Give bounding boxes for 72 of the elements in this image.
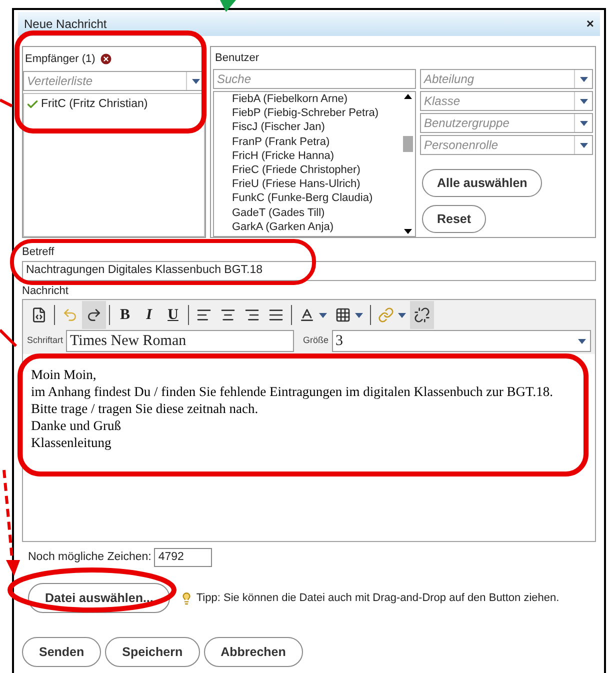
user-item[interactable]: FiebP (Fiebig-Schreber Petra) <box>232 106 401 120</box>
user-item[interactable]: FrieU (Friese Hans-Ulrich) <box>232 177 401 192</box>
message-line: im Anhang findest Du / finden Sie fehlende Eintragungen im digitalen Klassenbuch zur BGT.18. Bitte trage / tragen Sie diese zeitnah nach. <box>31 383 554 417</box>
align-right-icon <box>244 307 260 323</box>
subject-label: Betreff <box>22 245 56 260</box>
scroll-up-icon[interactable] <box>404 94 412 99</box>
remove-icon[interactable] <box>99 52 114 66</box>
user-item[interactable]: FiebA (Fiebelkorn Arne) <box>232 92 401 106</box>
recipient-item[interactable]: FritC (Fritz Christian) <box>26 96 202 114</box>
users-label: Benutzer <box>214 50 260 66</box>
toolbar-button[interactable] <box>410 301 434 329</box>
caret-icon <box>319 312 327 318</box>
font-field[interactable]: Times New Roman <box>66 330 294 352</box>
dialog-button[interactable]: Senden <box>22 637 102 667</box>
caret-icon <box>580 98 588 104</box>
user-item[interactable]: FranP (Frank Petra) <box>232 134 401 149</box>
format-button[interactable]: B <box>113 301 137 329</box>
size-label: Größe <box>303 334 329 348</box>
caret-icon <box>192 78 200 84</box>
tip-text: Tipp: Sie können die Datei auch mit Drag-and-Drop auf den Button ziehen. <box>196 590 560 606</box>
remaining-label: Noch mögliche Zeichen: <box>28 550 152 565</box>
unlink-icon <box>414 307 430 323</box>
search-field[interactable]: Suche <box>213 69 416 89</box>
align-center-icon <box>220 307 236 323</box>
choose-file-button[interactable]: Datei auswählen... <box>28 583 170 613</box>
recipients-label: Empfänger (1) <box>25 52 96 67</box>
remaining-field: 4792 <box>154 548 212 567</box>
dropdown-field[interactable]: Benutzergruppe <box>420 113 593 133</box>
source-icon <box>31 307 47 323</box>
message-body[interactable]: Moin Moin, im Anhang findest Du / finden Sie fehlende Eintragungen im digitalen Klassenbuch zur BGT.18. Bitte trage / tragen Sie diese zeitnah nach. Danke und Gruß Klassenleitung <box>23 354 595 541</box>
caret-icon <box>355 312 363 318</box>
message-line: Moin Moin, <box>31 366 98 383</box>
link-icon <box>378 307 394 323</box>
redo-icon <box>86 307 102 323</box>
align-left-icon <box>196 307 212 323</box>
subject-field[interactable]: Nachtragungen Digitales Klassenbuch BGT.18 <box>22 260 596 280</box>
caret-icon <box>580 120 588 126</box>
lightbulb-icon <box>180 592 194 604</box>
user-item[interactable]: GadeT (Gades Till) <box>232 206 401 220</box>
caret-icon <box>580 142 588 148</box>
font-label: Schriftart <box>27 334 64 348</box>
undo-icon <box>62 307 78 323</box>
close-button[interactable]: × <box>586 14 594 34</box>
scrollbar[interactable] <box>401 92 415 236</box>
scroll-thumb[interactable] <box>403 136 413 152</box>
user-item[interactable]: FiscJ (Fischer Jan) <box>232 120 401 135</box>
toolbar-button[interactable] <box>82 301 106 329</box>
format-button[interactable]: U <box>161 301 185 329</box>
align-justify-icon <box>268 307 284 323</box>
select-button[interactable]: Alle auswählen <box>422 169 542 197</box>
message-label: Nachricht <box>22 284 70 298</box>
dropdown-field[interactable]: Personenrolle <box>420 135 593 155</box>
message-line: Danke und Gruß <box>31 417 122 434</box>
user-item[interactable]: FunkC (Funke-Berg Claudia) <box>232 191 401 206</box>
caret-icon <box>398 312 406 318</box>
scroll-down-icon[interactable] <box>404 229 412 234</box>
dropdown-field[interactable]: Klasse <box>420 91 593 111</box>
dialog-button[interactable]: Abbrechen <box>204 637 303 667</box>
message-line: Klassenleitung <box>31 434 112 451</box>
user-item[interactable]: GarkA (Garken Anja) <box>232 220 401 234</box>
caret-icon <box>580 76 588 82</box>
grid-icon <box>335 307 351 323</box>
select-button[interactable]: Reset <box>422 205 486 233</box>
dropdown-field[interactable]: Abteilung <box>420 69 593 89</box>
size-field[interactable]: 3 <box>332 330 591 352</box>
text-color-icon <box>299 307 315 323</box>
format-button[interactable]: I <box>137 301 161 329</box>
caret-icon <box>578 338 586 344</box>
user-item[interactable]: FrieC (Friede Christopher) <box>232 162 401 178</box>
window-title: Neue Nachricht <box>24 16 107 33</box>
user-item[interactable]: FricH (Fricke Hanna) <box>232 148 401 163</box>
dialog-button[interactable]: Speichern <box>105 637 200 667</box>
